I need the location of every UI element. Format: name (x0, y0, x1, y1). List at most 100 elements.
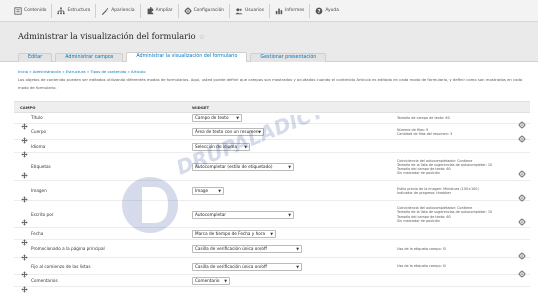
drag-handle-icon[interactable] (21, 188, 28, 203)
page-title: Administrar la visualización del formula… (18, 31, 205, 41)
svg-text:?: ? (318, 8, 321, 14)
widget-summary-line: Sin marcador de posición (397, 218, 440, 223)
tab-1[interactable]: Administrar campos (55, 53, 124, 62)
table-row: Escrito por Autocompletar ▼ Coincidencia de… (14, 201, 530, 228)
toolbar-item-label: Ampliar (155, 8, 173, 13)
chevron-down-icon: ▼ (296, 247, 299, 251)
chevron-down-icon: ▼ (236, 116, 239, 120)
toolbar-separator (51, 3, 53, 18)
widget-select-value: Selección de idioma (195, 143, 238, 149)
widget-summary: Estilo previo de la imagen: Miniatura (1… (397, 187, 479, 195)
toolbar-item-ampliar[interactable]: Ampliar (142, 0, 177, 22)
widget-summary-line: Tamaño de la lista de sugerencias de aut… (397, 210, 493, 215)
toolbar-item-label: Apariencia (111, 8, 135, 13)
field-label: Cuerpo (31, 129, 47, 135)
tab-0[interactable]: Editar (18, 53, 53, 62)
appearance-icon (101, 7, 109, 15)
gear-icon[interactable] (518, 114, 526, 129)
field-label: Imagen (31, 188, 47, 194)
table-row: Fecha Marca de tiempo de Fecha y hora ▼ (14, 228, 530, 246)
drag-handle-icon[interactable] (21, 129, 28, 144)
gear-icon[interactable] (518, 187, 526, 202)
drag-handle-icon[interactable] (21, 263, 28, 278)
toolbar-item-usuarios[interactable]: Usuarios (231, 0, 268, 22)
chevron-down-icon: ▼ (258, 130, 261, 134)
toolbar-item-ayuda[interactable]: ? Ayuda (311, 0, 343, 22)
toolbar-item-label: Informes (285, 8, 305, 13)
toolbar-separator (309, 3, 311, 18)
widget-select[interactable]: Marca de tiempo de Fecha y hora ▼ (192, 230, 276, 238)
drag-handle-icon[interactable] (21, 115, 28, 130)
toolbar-item-label: Contenido (24, 8, 47, 13)
toolbar-item-informes[interactable]: Informes (271, 0, 308, 22)
drag-handle-icon[interactable] (21, 164, 28, 179)
chevron-down-icon: ▼ (218, 189, 221, 193)
toolbar-item-label: Ayuda (325, 8, 339, 13)
extend-icon (146, 6, 154, 15)
structure-icon (57, 6, 66, 15)
gear-icon[interactable] (518, 245, 526, 260)
chevron-down-icon: ▼ (296, 264, 299, 269)
field-label: Fecha (31, 231, 44, 237)
widget-select-value: Casilla de verificación única on/off (195, 263, 267, 269)
widget-select[interactable]: Selección de idioma ▼ (192, 142, 250, 151)
users-icon (235, 7, 243, 15)
column-header-field: CAMPO (20, 105, 36, 110)
widget-select[interactable]: Image ▼ (192, 187, 224, 195)
widget-summary-line: Uso de la etiqueta campo: Sí (397, 246, 446, 251)
table-row: Imagen Image ▼ Estilo previo de la imagen: … (14, 181, 530, 203)
widget-summary-line: Indicador de progreso: throbber (397, 191, 452, 195)
drag-handle-icon[interactable] (21, 231, 28, 246)
toolbar-item-configuracion[interactable]: Configuración (180, 0, 228, 22)
tab-3[interactable]: Gestionar presentación (250, 53, 327, 62)
widget-select[interactable]: Comentario ▼ (192, 277, 230, 285)
help-icon: ? (315, 7, 323, 15)
favorite-star-icon[interactable]: ☆ (199, 33, 205, 41)
widget-select-value: Marca de tiempo de Fecha y hora (195, 231, 266, 236)
widget-select[interactable]: Autocompletar ▼ (192, 210, 294, 219)
widget-select[interactable]: Campo de texto ▼ (192, 114, 242, 122)
toolbar-item-label: Configuración (193, 8, 225, 13)
toolbar-item-apariencia[interactable]: Apariencia (97, 0, 138, 22)
field-label: Título (31, 115, 43, 121)
drag-handle-icon[interactable] (21, 278, 28, 293)
chevron-down-icon: ▼ (270, 232, 273, 236)
widget-select-value: Autocompletar (estilo de etiquetado) (195, 164, 273, 169)
drag-handle-icon[interactable] (21, 246, 28, 261)
widget-select[interactable]: Casilla de verificación única on/off ▼ (192, 262, 302, 271)
field-label: Escrito por (31, 211, 54, 217)
widget-summary: Número de filas: 9 Cantidad de filas del … (397, 128, 452, 136)
reports-icon (275, 7, 283, 15)
admin-toolbar: Contenido Estructura Apariencia Ampliar Conf… (0, 0, 538, 22)
tab-2[interactable]: Administrar la visualización del formula… (126, 52, 248, 62)
toolbar-item-estructura[interactable]: Estructura (53, 0, 94, 22)
widget-summary: Uso de la etiqueta campo: Sí (397, 264, 446, 268)
table-row: Fijo al comienzo de las listas Casilla de… (14, 258, 530, 278)
page-title-text: Administrar la visualización del formula… (18, 31, 196, 41)
widget-summary-line: Cantidad de filas del resumen: 3 (397, 132, 453, 136)
gear-icon[interactable] (518, 211, 526, 226)
toolbar-item-label: Estructura (67, 8, 91, 13)
toolbar-separator (229, 3, 231, 18)
widget-select[interactable]: Autocompletar (estilo de etiquetado) ▼ (192, 163, 294, 171)
widget-summary-line: Tamaño de campo de texto: 60 (397, 115, 450, 120)
drag-handle-icon[interactable] (21, 143, 28, 158)
gear-icon[interactable] (518, 163, 526, 178)
page-description: Los objetos de contenido pueden ser edit… (18, 77, 523, 90)
gear-icon[interactable] (518, 128, 526, 143)
gear-icon[interactable] (518, 263, 526, 278)
drag-handle-icon[interactable] (21, 211, 28, 226)
widget-select[interactable]: Área de texto con un resumen ▼ (192, 128, 264, 136)
widget-summary: Coincidencia del autocompletador: Contie… (397, 206, 492, 223)
breadcrumb[interactable]: Inicio » Administración » Estructura » T… (18, 69, 146, 74)
toolbar-item-contenido[interactable]: Contenido (10, 0, 50, 22)
widget-select-value: Área de texto con un resumen (195, 129, 259, 134)
table-row: Cuerpo Área de texto con un resumen ▼ Númer… (14, 124, 530, 144)
widget-summary-line: Uso de la etiqueta campo: Sí (397, 264, 446, 269)
widget-summary: Tamaño de campo de texto: 60 (397, 116, 450, 120)
widget-select[interactable]: Casilla de verificación única on/off ▼ (192, 245, 302, 253)
tabs: Editar Administrar campos Administrar la v… (18, 52, 329, 62)
chevron-down-icon: ▼ (224, 279, 227, 283)
chevron-down-icon: ▼ (244, 144, 247, 149)
field-label: Promocionado a la página principal (31, 246, 105, 252)
